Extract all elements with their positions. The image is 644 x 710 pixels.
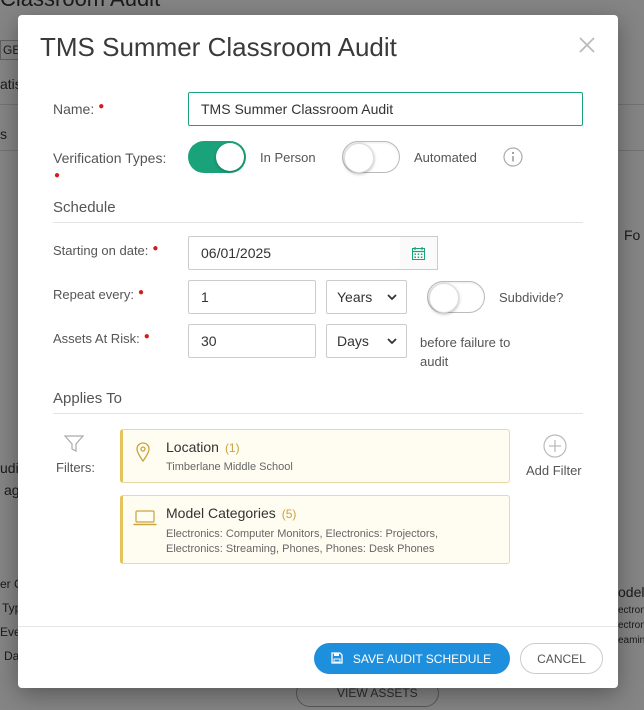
- save-audit-schedule-button[interactable]: SAVE AUDIT SCHEDULE: [314, 643, 510, 674]
- bg-text: Fo: [624, 227, 641, 243]
- subdivide-toggle[interactable]: [427, 281, 485, 313]
- bg-text: odel: [618, 584, 644, 600]
- bg-text: eamin: [618, 635, 644, 646]
- required-marker: ●: [137, 287, 144, 298]
- bg-text: ectroni: [618, 605, 644, 616]
- assets-at-risk-unit-value: Days: [337, 333, 369, 349]
- filter-card-title: Location (1): [166, 439, 240, 455]
- applies-to-heading: Applies To: [53, 390, 583, 414]
- filter-card-description: Timberlane Middle School: [166, 461, 293, 473]
- chevron-down-icon: [387, 294, 397, 301]
- start-date-label: Starting on date: ●: [53, 243, 158, 258]
- schedule-heading: Schedule: [53, 199, 583, 223]
- toggle-knob: [216, 143, 244, 171]
- toggle-knob: [344, 143, 374, 173]
- calendar-icon: [412, 247, 425, 260]
- required-marker: ●: [143, 331, 150, 342]
- laptop-icon: [133, 510, 157, 526]
- bg-text: ectroni: [618, 620, 644, 631]
- map-pin-icon: [136, 442, 150, 462]
- footer-divider: [18, 626, 618, 627]
- filter-title-text: Model Categories: [166, 505, 276, 521]
- filter-icon: [64, 435, 84, 452]
- filter-count: (1): [224, 441, 240, 455]
- assets-at-risk-input[interactable]: [188, 324, 316, 358]
- add-filter-icon[interactable]: [543, 434, 567, 458]
- filter-card-description: Electronics: Computer Monitors, Electron…: [166, 528, 439, 555]
- info-icon[interactable]: [503, 147, 523, 167]
- name-input[interactable]: [188, 92, 583, 126]
- date-picker-button[interactable]: [400, 236, 438, 270]
- chevron-down-icon: [387, 338, 397, 345]
- before-failure-text: before failure to audit: [420, 335, 511, 369]
- cancel-button[interactable]: CANCEL: [520, 643, 603, 674]
- assets-at-risk-unit-select[interactable]: Days: [326, 324, 407, 358]
- required-marker: ●: [98, 101, 105, 112]
- repeat-every-label-text: Repeat every:: [53, 287, 134, 302]
- save-button-label: SAVE AUDIT SCHEDULE: [352, 651, 492, 666]
- assets-at-risk-label: Assets At Risk: ●: [53, 331, 150, 346]
- name-label: Name: ●: [53, 101, 104, 117]
- name-label-text: Name:: [53, 101, 95, 117]
- subdivide-label: Subdivide?: [499, 290, 564, 305]
- audit-schedule-modal: TMS Summer Classroom Audit Name:● Verifi…: [18, 15, 618, 688]
- modal-title: TMS Summer Classroom Audit: [40, 32, 397, 62]
- add-filter-label[interactable]: Add Filter: [526, 463, 582, 478]
- filter-card-location[interactable]: Location (1) Timberlane Middle School: [120, 429, 510, 483]
- verification-types-label: Verification Types:: [53, 150, 167, 166]
- filter-title-text: Location: [166, 439, 219, 455]
- automated-toggle[interactable]: [342, 141, 400, 173]
- save-icon: [331, 652, 343, 664]
- automated-label: Automated: [414, 150, 477, 165]
- repeat-unit-select[interactable]: Years: [326, 280, 407, 314]
- bg-page-title: Classroom Audit: [0, 0, 160, 12]
- bg-text: s: [0, 126, 7, 142]
- filter-card-title: Model Categories (5): [166, 505, 296, 521]
- repeat-every-label: Repeat every: ●: [53, 287, 144, 302]
- assets-at-risk-label-text: Assets At Risk:: [53, 331, 140, 346]
- bg-text: udi: [0, 460, 19, 476]
- required-marker: ●: [152, 243, 159, 254]
- start-date-label-text: Starting on date:: [53, 243, 149, 258]
- filter-card-model-categories[interactable]: Model Categories (5) Electronics: Compute…: [120, 495, 510, 564]
- start-date-input[interactable]: [188, 236, 401, 270]
- in-person-label: In Person: [260, 150, 316, 165]
- repeat-unit-value: Years: [337, 289, 373, 305]
- in-person-toggle[interactable]: [188, 141, 246, 173]
- close-icon[interactable]: [577, 35, 597, 55]
- filters-label: Filters:: [56, 460, 95, 475]
- repeat-every-input[interactable]: [188, 280, 316, 314]
- required-marker: ●: [54, 170, 61, 181]
- filter-count: (5): [281, 507, 297, 521]
- toggle-knob: [429, 283, 459, 313]
